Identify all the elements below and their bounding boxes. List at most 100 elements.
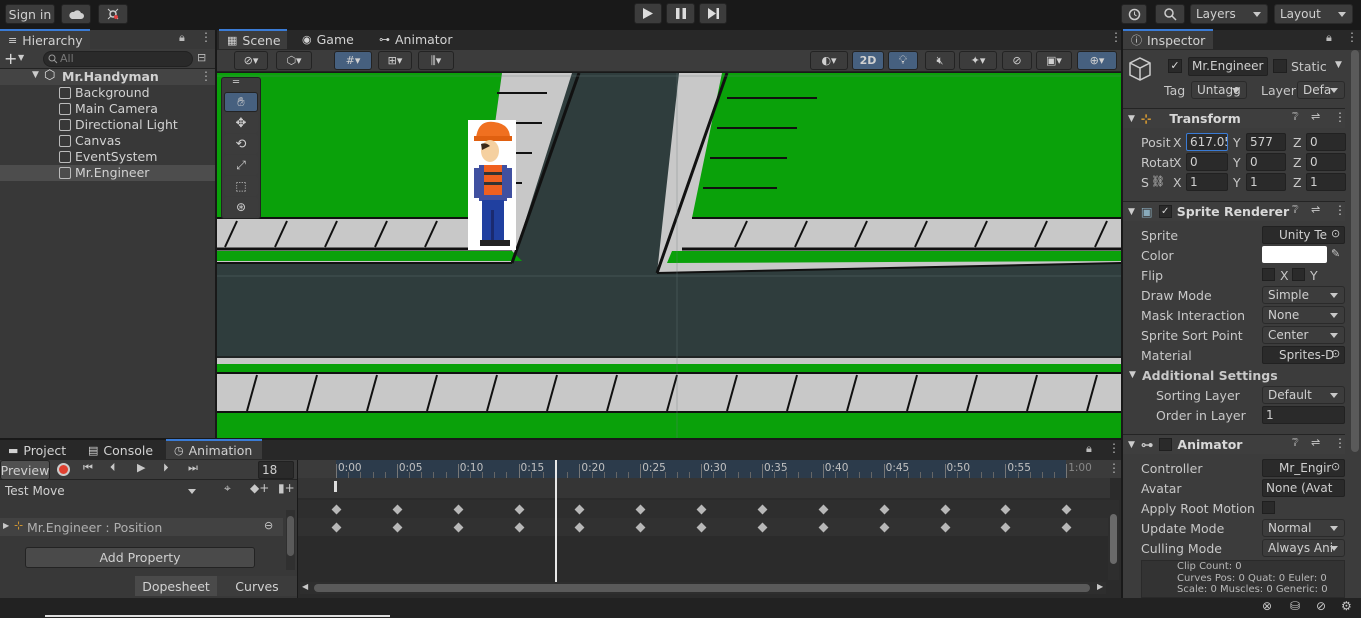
enabled-checkbox[interactable]	[1159, 438, 1173, 451]
gizmo-cube-button[interactable]: ⬡▾	[276, 51, 312, 70]
prev-key-icon[interactable]: ⏴︎	[110, 461, 116, 475]
sign-in-button[interactable]: Sign in	[5, 4, 55, 24]
settings-icon[interactable]: ⚙	[1341, 599, 1352, 613]
gizmos-button[interactable]: ⊕▾	[1077, 51, 1117, 70]
hand-tool-button[interactable]: ✋︎	[224, 92, 258, 112]
tab-curves[interactable]: Curves	[217, 576, 297, 596]
clip-dropdown[interactable]: Test Move	[0, 481, 202, 500]
rotate-tool-button[interactable]: ⟲	[224, 134, 258, 154]
audio-button[interactable]: 🔇︎	[925, 51, 955, 70]
more-icon[interactable]: ⋮	[200, 30, 212, 44]
last-key-icon[interactable]: ⏭︎	[188, 461, 198, 475]
tab-dopesheet[interactable]: Dopesheet	[135, 576, 217, 596]
object-picker-icon[interactable]: ⊙	[1331, 347, 1340, 360]
step-button[interactable]	[699, 3, 727, 24]
more-icon[interactable]: ⋮	[1110, 30, 1122, 44]
tab-game[interactable]: ◉ Game	[294, 29, 362, 49]
lock-icon[interactable]: 🔒︎	[1326, 31, 1332, 45]
expand-arrow-icon[interactable]: ▶	[3, 521, 9, 530]
preset-icon[interactable]: ⇌	[1311, 436, 1320, 449]
horizontal-scrollbar[interactable]	[300, 582, 1106, 594]
scale-x-field[interactable]: 1	[1186, 173, 1228, 191]
tab-project[interactable]: ▬ Project	[0, 440, 74, 460]
preset-icon[interactable]: ⇌	[1311, 110, 1320, 123]
playhead[interactable]	[555, 460, 558, 582]
preview-button[interactable]: Preview	[0, 460, 50, 480]
history-button[interactable]	[1121, 4, 1147, 24]
expand-arrow-icon[interactable]: ▼	[32, 70, 39, 80]
transform-tool-button[interactable]: ⊛	[224, 197, 258, 217]
left-scrollbar[interactable]	[286, 510, 295, 570]
layer-dropdown[interactable]: Defa	[1297, 81, 1345, 99]
object-picker-icon[interactable]: ⊙	[1331, 227, 1340, 240]
frame-input[interactable]: 18	[258, 461, 294, 479]
scroll-right-arrow-icon[interactable]: ▶	[1097, 582, 1103, 591]
list-item[interactable]: Directional Light	[0, 117, 215, 133]
add-event-icon[interactable]: ▮+	[278, 481, 295, 495]
tab-console[interactable]: ▤ Console	[80, 440, 161, 460]
lighting-button[interactable]: 💡︎	[888, 51, 918, 70]
bug-icon[interactable]: ⊗	[1262, 599, 1272, 613]
cache-icon[interactable]: ⛁	[1290, 599, 1300, 613]
tab-animation[interactable]: ◷ Animation	[166, 439, 262, 459]
help-icon[interactable]: ❔︎	[1292, 110, 1299, 124]
lock-icon[interactable]: 🔒︎	[179, 31, 185, 45]
color-swatch[interactable]	[1262, 246, 1327, 263]
sort-point-dropdown[interactable]: Center	[1262, 326, 1345, 344]
play-button[interactable]	[634, 3, 662, 24]
scrollbar[interactable]	[1351, 50, 1359, 452]
next-key-icon[interactable]: ⏵︎	[163, 461, 169, 475]
add-icon[interactable]: +	[4, 49, 17, 68]
apply-root-motion-checkbox[interactable]	[1262, 501, 1275, 514]
static-checkbox[interactable]	[1273, 59, 1287, 73]
mode-2d-button[interactable]: 2D	[852, 51, 884, 70]
list-item[interactable]: Background	[0, 85, 215, 101]
chevron-down-icon[interactable]: ▼	[1335, 60, 1342, 70]
more-icon[interactable]: ⋮	[200, 69, 212, 83]
list-item[interactable]: Main Camera	[0, 101, 215, 117]
hierarchy-search-input[interactable]: All	[43, 51, 193, 67]
scale-tool-button[interactable]: ⤢	[224, 155, 258, 175]
camera-button[interactable]: ▣▾	[1036, 51, 1072, 70]
draw-mode-dropdown[interactable]: Simple	[1262, 286, 1345, 304]
palette-handle[interactable]: ═	[233, 77, 239, 88]
record-icon[interactable]	[57, 463, 70, 476]
list-item-selected[interactable]: Mr.Engineer	[0, 165, 215, 181]
additional-settings-label[interactable]: Additional Settings	[1142, 368, 1278, 383]
tab-hierarchy[interactable]: ≡ Hierarchy	[0, 29, 90, 49]
rotation-x-field[interactable]: 0	[1186, 153, 1228, 171]
play-icon[interactable]: ▶︎	[137, 461, 145, 474]
scroll-left-arrow-icon[interactable]: ◀	[302, 582, 308, 591]
help-icon[interactable]: ❔︎	[1292, 436, 1299, 450]
culling-mode-dropdown[interactable]: Always Ani	[1262, 539, 1345, 557]
tab-scene[interactable]: ▦ Scene	[219, 29, 287, 49]
grid-snap-button[interactable]: #▾	[334, 51, 372, 70]
enabled-checkbox[interactable]: ✓	[1158, 205, 1172, 218]
sorting-layer-dropdown[interactable]: Default	[1262, 386, 1345, 404]
rotation-z-field[interactable]: 0	[1306, 153, 1346, 171]
event-marker[interactable]	[334, 481, 337, 492]
tab-inspector[interactable]: ⓘ Inspector	[1123, 29, 1213, 49]
add-keyframe-icon[interactable]: ◆+	[250, 481, 269, 495]
shading-mode-button[interactable]: ◐▾	[810, 51, 848, 70]
order-in-layer-field[interactable]: 1	[1262, 406, 1345, 424]
chevron-down-icon[interactable]: ▼	[18, 53, 24, 62]
add-property-button[interactable]: Add Property	[25, 547, 255, 568]
help-icon[interactable]: ❔︎	[1292, 203, 1299, 217]
more-icon[interactable]: ⋮	[1108, 441, 1120, 455]
link-icon[interactable]: ⛓︎	[1151, 175, 1165, 188]
position-y-field[interactable]: 577	[1246, 133, 1286, 151]
move-tool-button[interactable]: ✥	[224, 113, 258, 133]
lock-icon[interactable]: 🔒︎	[1086, 442, 1092, 456]
more-icon[interactable]: ⋮	[1334, 110, 1346, 124]
mask-interaction-dropdown[interactable]: None	[1262, 306, 1345, 324]
preset-icon[interactable]: ⇌	[1311, 203, 1320, 216]
more-icon[interactable]: ⋮	[1334, 436, 1346, 450]
rotation-y-field[interactable]: 0	[1246, 153, 1286, 171]
list-item[interactable]: Canvas	[0, 133, 215, 149]
keyframe-filter-icon[interactable]: ⌖	[224, 481, 231, 496]
layout-dropdown[interactable]: Layout	[1274, 4, 1353, 24]
remove-icon[interactable]: ⊖	[264, 519, 273, 532]
debug-icon[interactable]: ⊘	[1316, 599, 1326, 613]
visibility-button[interactable]: ⊘	[1002, 51, 1032, 70]
